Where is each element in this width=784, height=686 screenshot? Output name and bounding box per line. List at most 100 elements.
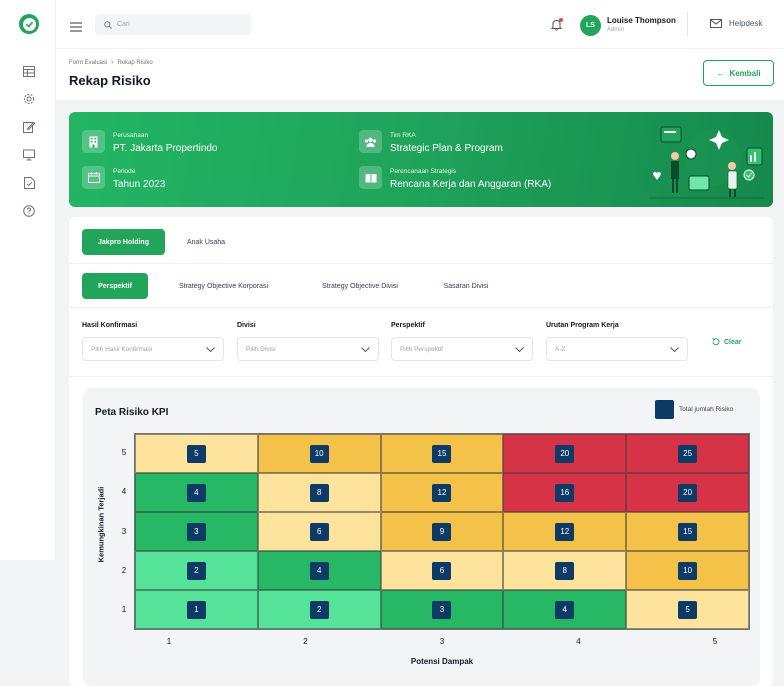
- heatmap-cell[interactable]: 15: [626, 512, 749, 551]
- gear-icon[interactable]: [22, 92, 36, 106]
- urutan-select[interactable]: A-Z: [546, 337, 688, 361]
- team-icon: [359, 130, 382, 153]
- clear-filter-button[interactable]: Clear: [712, 338, 742, 346]
- heatmap-cell[interactable]: 4: [135, 473, 258, 512]
- filter-bar: Hasil Konfirmasi Pilih Hasil Konfirmasi …: [69, 308, 773, 377]
- heatmap-cell[interactable]: 8: [257, 473, 381, 512]
- y-tick-label: 5: [121, 447, 127, 457]
- risk-count-badge: 9: [432, 522, 452, 541]
- heatmap-cell[interactable]: 3: [380, 590, 504, 629]
- chart-legend: Total jumlah Risiko: [655, 400, 733, 419]
- tab-sasaran-divisi[interactable]: Sasaran Divisi: [431, 273, 501, 299]
- team-label: Tim RKA: [390, 132, 416, 139]
- view-tabs: Perspektif Strategy Objective Korporasi …: [69, 264, 773, 308]
- heatmap-cell[interactable]: 20: [503, 434, 627, 473]
- tab-anak-usaha[interactable]: Anak Usaha: [175, 229, 237, 255]
- chevron-down-icon: [361, 346, 370, 352]
- monitor-icon[interactable]: [22, 148, 36, 162]
- risk-count-badge: 8: [555, 561, 575, 580]
- heatmap-cell[interactable]: 3: [135, 512, 258, 551]
- heatmap-cell[interactable]: 15: [380, 434, 504, 473]
- risk-count-badge: 20: [678, 483, 698, 502]
- tab-jakpro-holding[interactable]: Jakpro Holding: [82, 229, 165, 255]
- heatmap-cell[interactable]: 1: [135, 590, 258, 629]
- notification-dot: [559, 18, 563, 22]
- avatar[interactable]: LS: [580, 15, 601, 36]
- table-icon[interactable]: [22, 64, 36, 78]
- x-tick-label: 5: [712, 637, 718, 646]
- risk-count-badge: 2: [309, 600, 329, 619]
- hasil-konfirmasi-select[interactable]: Pilih Hasil Konfirmasi: [82, 337, 224, 361]
- heatmap-cell[interactable]: 20: [626, 473, 749, 512]
- sidebar: [0, 0, 56, 560]
- perspektif-select[interactable]: Pilih Perspektif: [391, 337, 533, 361]
- arrow-left-icon: ←: [716, 68, 725, 78]
- heatmap-cell[interactable]: 25: [626, 434, 749, 473]
- y-tick-label: 2: [121, 565, 127, 575]
- menu-icon[interactable]: [70, 19, 82, 32]
- x-tick-label: 3: [439, 637, 445, 646]
- back-button[interactable]: ← Kembali: [703, 60, 774, 86]
- plan-value: Rencana Kerja dan Anggaran (RKA): [390, 179, 552, 190]
- heatmap-cell[interactable]: 5: [626, 590, 749, 629]
- risk-count-badge: 3: [432, 600, 452, 619]
- team-info: Tim RKA Strategic Plan & Program: [359, 130, 503, 154]
- heatmap-cell[interactable]: 12: [503, 512, 627, 551]
- risk-count-badge: 15: [678, 522, 698, 541]
- risk-count-badge: 12: [555, 522, 575, 541]
- clear-label: Clear: [724, 338, 742, 346]
- risk-count-badge: 8: [309, 483, 329, 502]
- heatmap-cell[interactable]: 5: [135, 434, 258, 473]
- heatmap-cell[interactable]: 16: [503, 473, 627, 512]
- heatmap-cell[interactable]: 6: [380, 551, 504, 590]
- plan-label: Perencanaan Strategis: [390, 168, 457, 175]
- heatmap-cell[interactable]: 2: [135, 551, 258, 590]
- chart-title: Peta Risiko KPI: [95, 407, 169, 418]
- risk-count-badge: 6: [309, 522, 329, 541]
- risk-count-badge: 16: [555, 483, 575, 502]
- risk-count-badge: 2: [186, 561, 206, 580]
- notification-bell-icon[interactable]: [550, 18, 563, 31]
- document-check-icon[interactable]: [22, 176, 36, 190]
- heatmap-cell[interactable]: 12: [380, 473, 504, 512]
- filter-label-urutan: Urutan Program Kerja: [546, 322, 619, 329]
- user-role: Admin: [607, 27, 625, 33]
- app-logo[interactable]: [19, 14, 39, 34]
- app: Cari LS Louise Thompson Admin Helpdesk F…: [0, 0, 784, 686]
- page-header: Form Evaluasi › Rekap Risiko Rekap Risik…: [56, 48, 784, 100]
- legend-swatch: [655, 400, 674, 419]
- heatmap-cell[interactable]: 10: [626, 551, 749, 590]
- heatmap-cell[interactable]: 2: [257, 590, 381, 629]
- chevron-down-icon: [670, 346, 679, 352]
- filter-label-hasil: Hasil Konfirmasi: [82, 322, 138, 329]
- heatmap-cell[interactable]: 8: [503, 551, 627, 590]
- heatmap-cell[interactable]: 6: [257, 512, 381, 551]
- risk-count-badge: 4: [186, 483, 206, 502]
- heatmap-cell[interactable]: 9: [380, 512, 504, 551]
- help-icon[interactable]: [22, 204, 36, 218]
- heatmap-cell[interactable]: 4: [503, 590, 627, 629]
- divisi-select[interactable]: Pilih Divisi: [237, 337, 379, 361]
- tab-perspektif[interactable]: Perspektif: [82, 273, 148, 299]
- entity-tabs: Jakpro Holding Anak Usaha: [69, 217, 773, 264]
- hasil-konfirmasi-placeholder: Pilih Hasil Konfirmasi: [91, 345, 153, 353]
- tab-so-divisi[interactable]: Strategy Objective Divisi: [305, 273, 415, 299]
- y-tick-label: 3: [121, 526, 127, 536]
- search-input[interactable]: Cari: [95, 14, 251, 35]
- company-label: Perusahaan: [113, 132, 149, 139]
- filter-label-perspektif: Perspektif: [391, 322, 425, 329]
- team-illustration: [649, 126, 764, 199]
- risk-count-badge: 12: [432, 483, 452, 502]
- breadcrumb-parent[interactable]: Form Evaluasi: [69, 60, 107, 66]
- y-axis-label: Kemungkinan Terjadi: [96, 486, 106, 563]
- helpdesk-button[interactable]: Helpdesk: [710, 19, 762, 28]
- search-icon: [104, 20, 112, 29]
- heatmap-cell[interactable]: 4: [257, 551, 381, 590]
- info-banner: Perusahaan PT. Jakarta Propertindo Perio…: [69, 112, 773, 207]
- edit-icon[interactable]: [22, 120, 36, 134]
- tab-so-korporasi[interactable]: Strategy Objective Korporasi: [161, 273, 286, 299]
- user-name[interactable]: Louise Thompson: [607, 16, 676, 25]
- helpdesk-label: Helpdesk: [729, 19, 763, 28]
- risk-count-badge: 5: [678, 600, 698, 619]
- heatmap-cell[interactable]: 10: [257, 434, 381, 473]
